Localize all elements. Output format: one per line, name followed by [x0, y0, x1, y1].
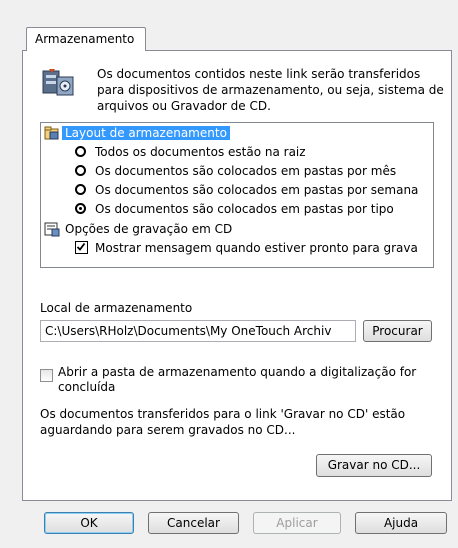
- tree-item-layout[interactable]: Layout de armazenamento: [62, 124, 230, 142]
- open-folder-checkbox[interactable]: [40, 369, 53, 382]
- storage-device-icon: [41, 67, 81, 99]
- radio-week[interactable]: [75, 184, 86, 195]
- storage-options-tree[interactable]: Layout de armazenamento Todos os documen…: [40, 122, 434, 268]
- layout-header-label: Layout de armazenamento: [62, 126, 230, 140]
- storage-location-label: Local de armazenamento: [40, 301, 193, 315]
- cd-options-icon: [44, 221, 60, 240]
- cd-message-label: Mostrar mensagem quando estiver pronto p…: [95, 241, 418, 255]
- radio-root[interactable]: [75, 146, 86, 157]
- ok-button[interactable]: OK: [44, 512, 134, 534]
- cd-header-label: Opções de gravação em CD: [65, 222, 233, 236]
- cd-message-checkbox[interactable]: [75, 241, 88, 254]
- burn-cd-button[interactable]: Gravar no CD...: [316, 454, 432, 477]
- radio-type[interactable]: [75, 203, 86, 214]
- radio-type-label: Os documentos são colocados em pastas po…: [95, 202, 394, 216]
- radio-root-label: Todos os documentos estão na raiz: [95, 145, 306, 159]
- layout-folder-icon: [44, 125, 60, 144]
- tree-item-cd[interactable]: Opções de gravação em CD: [65, 220, 232, 238]
- radio-month-label: Os documentos são colocados em pastas po…: [95, 164, 397, 178]
- radio-week-label: Os documentos são colocados em pastas po…: [95, 183, 419, 197]
- help-button[interactable]: Ajuda: [355, 512, 447, 534]
- check-icon: [76, 242, 86, 251]
- cd-pending-info: Os documentos transferidos para o link '…: [40, 407, 406, 437]
- link-description: Os documentos contidos neste link serão …: [97, 67, 444, 113]
- open-folder-label: Abrir a pasta de armazenamento quando a …: [58, 365, 417, 394]
- storage-path-input[interactable]: C:\Users\RHolz\Documents\My OneTouch Arc…: [40, 320, 356, 342]
- tab-label: Armazenamento: [35, 32, 135, 46]
- radio-month[interactable]: [75, 165, 86, 176]
- browse-button[interactable]: Procurar: [363, 320, 432, 342]
- apply-button[interactable]: Aplicar: [253, 512, 341, 534]
- tab-armazenamento[interactable]: Armazenamento: [26, 27, 146, 51]
- cancel-button[interactable]: Cancelar: [148, 512, 239, 534]
- tab-panel: Os documentos contidos neste link serão …: [22, 50, 452, 501]
